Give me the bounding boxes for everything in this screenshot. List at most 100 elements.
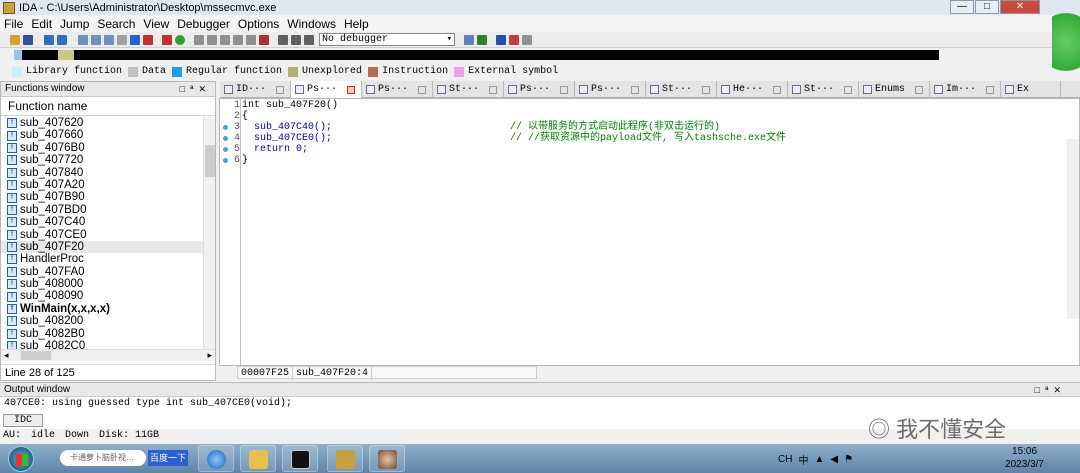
menu-help[interactable]: Help <box>344 17 369 31</box>
navigation-bar[interactable] <box>14 50 939 60</box>
code-line[interactable]: 6} <box>220 155 1060 166</box>
menu-edit[interactable]: Edit <box>31 17 52 31</box>
function-item[interactable]: f sub_407660 <box>1 129 203 141</box>
function-item[interactable]: f sub_407CE0 <box>1 229 203 241</box>
menu-options[interactable]: Options <box>238 17 279 31</box>
tab-pseudocode[interactable]: Ps··· <box>362 81 433 98</box>
misc-icon[interactable] <box>522 34 532 45</box>
cmd-taskbar-icon[interactable] <box>282 445 318 472</box>
tab-pseudocode[interactable]: Ps··· <box>504 81 575 98</box>
function-item[interactable]: f sub_408090 <box>1 290 203 302</box>
menu-view[interactable]: View <box>143 17 169 31</box>
code-line[interactable]: 5 return 0; <box>220 144 1060 155</box>
nav2-icon[interactable] <box>91 34 101 45</box>
function-item[interactable]: f sub_407FA0 <box>1 266 203 278</box>
menu-windows[interactable]: Windows <box>287 17 336 31</box>
function-item[interactable]: f sub_407C40 <box>1 216 203 228</box>
tab-pseudocode[interactable]: Ps··· <box>575 81 646 98</box>
taskbar-search-input[interactable]: 卡通萝卜脑卧视… <box>60 450 146 466</box>
clock[interactable]: 15:06 2023/3/7 <box>1005 445 1044 471</box>
function-item[interactable]: f sub_407B90 <box>1 191 203 203</box>
tab-pseudocode-active[interactable]: Ps··· <box>291 81 362 98</box>
function-list-vertical-scrollbar[interactable] <box>203 117 215 349</box>
edit-icon[interactable] <box>194 34 204 45</box>
scroll-right-icon[interactable]: ▸ <box>207 350 212 361</box>
maximize-button[interactable]: □ <box>975 0 999 14</box>
debugger-select[interactable]: No debugger <box>319 33 455 46</box>
graph-icon[interactable] <box>496 34 506 45</box>
code-line[interactable]: 2{ <box>220 111 1060 122</box>
green-circle-icon[interactable] <box>175 34 185 45</box>
arrow-down-icon[interactable] <box>130 34 140 45</box>
close-button[interactable]: ✕ <box>1000 0 1040 14</box>
float-icon[interactable]: □ <box>180 84 190 94</box>
function-item[interactable]: f WinMain(x,x,x,x) <box>1 303 203 315</box>
tab-hex-view[interactable]: He··· <box>717 81 788 98</box>
function-item-selected[interactable]: f sub_407F20 <box>1 240 203 254</box>
tab-ida-view[interactable]: ID··· <box>220 81 291 98</box>
nav-icon[interactable] <box>78 34 88 45</box>
ie-taskbar-icon[interactable] <box>198 445 234 472</box>
edit3-icon[interactable] <box>220 34 230 45</box>
function-item[interactable]: f sub_4082B0 <box>1 328 203 340</box>
taskbar-search-button[interactable]: 百度一下 <box>148 450 188 466</box>
forward-icon[interactable] <box>57 34 67 45</box>
ida-taskbar-icon[interactable] <box>327 445 363 472</box>
network-icon[interactable]: ▲ <box>814 454 824 465</box>
function-item[interactable]: f sub_4076B0 <box>1 142 203 154</box>
function-item[interactable]: f sub_408000 <box>1 278 203 290</box>
pause-icon[interactable] <box>291 34 301 45</box>
edit5-icon[interactable] <box>246 34 256 45</box>
function-item[interactable]: f sub_408200 <box>1 315 203 327</box>
cross-icon[interactable] <box>259 34 269 45</box>
close-pane-icon[interactable]: ✕ <box>1053 385 1066 395</box>
stop-icon[interactable] <box>304 34 314 45</box>
function-item[interactable]: f sub_407A20 <box>1 179 203 191</box>
language-indicator[interactable]: CH <box>778 454 792 465</box>
code-line[interactable]: 3 sub_407C40();// 以带服务的方式启动此程序(非双击运行的) <box>220 122 1060 133</box>
float-icon[interactable]: □ <box>1035 385 1045 395</box>
report-icon[interactable] <box>162 34 172 45</box>
menu-file[interactable]: File <box>4 17 23 31</box>
flag-tray-icon[interactable]: ⚑ <box>844 454 853 465</box>
edit4-icon[interactable] <box>233 34 243 45</box>
function-item[interactable]: f HandlerProc <box>1 253 203 265</box>
function-item[interactable]: f sub_407720 <box>1 154 203 166</box>
back-icon[interactable] <box>44 34 54 45</box>
debug-opt-icon[interactable] <box>464 34 474 45</box>
code-line[interactable]: 4 sub_407CE0();// //获取资源中的payload文件, 写入t… <box>220 133 1060 144</box>
function-list-horizontal-scrollbar[interactable]: ◂ ▸ <box>1 349 215 361</box>
explorer-taskbar-icon[interactable] <box>240 445 276 472</box>
flag-icon[interactable] <box>143 34 153 45</box>
save-icon[interactable] <box>23 34 33 45</box>
idc-button[interactable]: IDC <box>3 414 43 427</box>
function-item[interactable]: f sub_407BD0 <box>1 204 203 216</box>
function-item[interactable]: f sub_4082C0 <box>1 340 203 349</box>
ime-icon[interactable]: 中 <box>798 452 808 467</box>
menu-jump[interactable]: Jump <box>60 17 89 31</box>
refresh-icon[interactable] <box>477 34 487 45</box>
function-name-header[interactable]: Function name <box>1 97 215 116</box>
play-icon[interactable] <box>278 34 288 45</box>
edit2-icon[interactable] <box>207 34 217 45</box>
volume-icon[interactable]: ◀ <box>830 454 838 465</box>
scroll-left-icon[interactable]: ◂ <box>4 350 9 361</box>
menu-search[interactable]: Search <box>97 17 135 31</box>
open-icon[interactable] <box>10 34 20 45</box>
menu-debugger[interactable]: Debugger <box>177 17 230 31</box>
tab-imports[interactable]: Im··· <box>930 81 1001 98</box>
tab-enums[interactable]: Enums <box>859 81 930 98</box>
tab-strings[interactable]: St··· <box>433 81 504 98</box>
code-scrollbar[interactable] <box>1067 139 1079 319</box>
code-line[interactable]: 1 int sub_407F20() <box>220 100 1060 111</box>
close-pane-icon[interactable]: ✕ <box>198 84 211 94</box>
tab-structures[interactable]: St··· <box>788 81 859 98</box>
bug-icon[interactable] <box>509 34 519 45</box>
start-button[interactable] <box>8 446 34 472</box>
minimize-button[interactable]: — <box>950 0 974 14</box>
pseudocode-view[interactable]: 1 int sub_407F20() 2{ 3 sub_407C40();// 以… <box>219 98 1080 367</box>
function-item[interactable]: f sub_407620 <box>1 117 203 129</box>
nav3-icon[interactable] <box>104 34 114 45</box>
ida-portrait-taskbar-icon[interactable] <box>369 445 405 472</box>
function-item[interactable]: f sub_407840 <box>1 167 203 179</box>
